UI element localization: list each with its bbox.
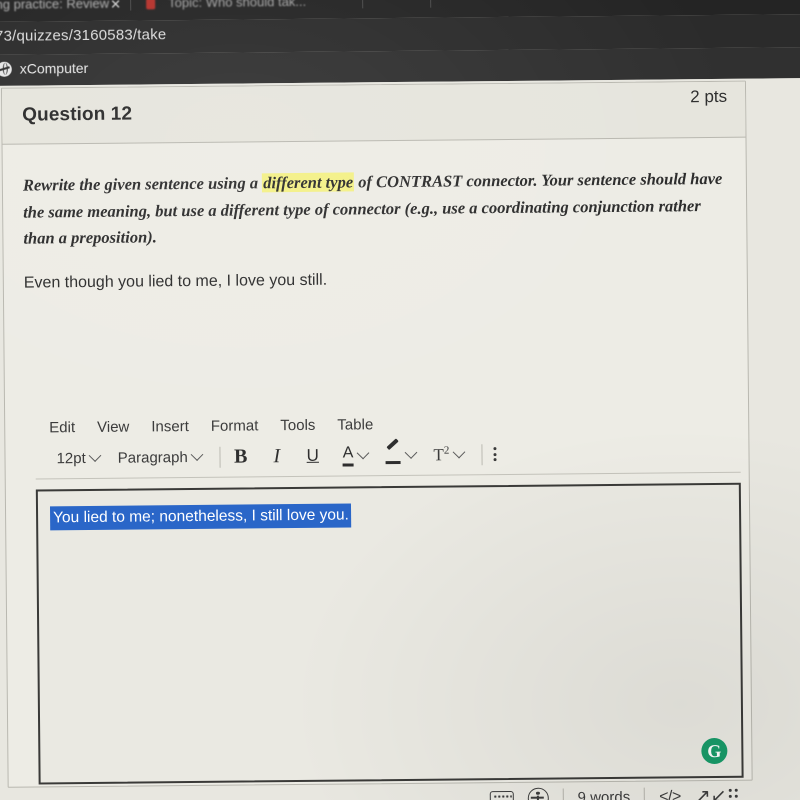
prompt-text-before: Rewrite the given sentence using a [22, 173, 263, 195]
font-size-value: 12pt [56, 449, 86, 467]
italic-button[interactable]: I [266, 444, 288, 468]
accessibility-checker-icon[interactable] [527, 787, 549, 800]
status-bar-right-group: 9 words </> ↗↙ [489, 785, 742, 800]
highlight-color-dropdown[interactable] [376, 438, 424, 465]
toolbar-divider [219, 446, 221, 468]
photographed-screen: iting practice: Review ✕ Topic: Who shou… [0, 0, 800, 800]
address-bar-url[interactable]: 273/quizzes/3160583/take [0, 26, 166, 45]
close-icon[interactable]: ✕ [110, 0, 121, 13]
menu-item-insert[interactable]: Insert [151, 418, 189, 435]
browser-tab-1-title[interactable]: iting practice: Review [0, 0, 109, 12]
menu-item-format[interactable]: Format [211, 417, 259, 434]
menu-item-view[interactable]: View [97, 419, 129, 436]
bookmark-item-xcomputer[interactable]: xComputer [0, 60, 88, 77]
page-title: Question 12 [22, 103, 133, 126]
tab-favicon [146, 0, 156, 10]
html-editor-icon[interactable]: </> [659, 788, 681, 800]
text-color-icon: A [343, 444, 354, 466]
status-divider [562, 787, 564, 800]
question-body: Rewrite the given sentence using a diffe… [3, 138, 747, 293]
tab-divider [430, 0, 432, 8]
text-color-dropdown[interactable]: A [334, 444, 377, 466]
menu-item-table[interactable]: Table [337, 416, 373, 433]
block-format-dropdown[interactable]: Paragraph [109, 447, 211, 467]
more-options-icon[interactable] [493, 447, 497, 462]
menu-item-edit[interactable]: Edit [49, 419, 75, 436]
block-format-value: Paragraph [117, 448, 188, 467]
question-header: Question 12 2 pts [1, 81, 746, 145]
chevron-down-icon [404, 445, 418, 459]
browser-tab-2-title[interactable]: Topic: Who should tak... [168, 0, 306, 10]
question-card: Question 12 2 pts Rewrite the given sent… [0, 80, 753, 800]
prompt-highlighted-text: different type [262, 172, 355, 193]
question-prompt: Rewrite the given sentence using a diffe… [23, 166, 724, 253]
highlighter-pen-icon [385, 438, 401, 465]
superscript-icon: T2 [433, 444, 450, 465]
font-size-dropdown[interactable]: 12pt [47, 448, 108, 467]
selected-answer-text[interactable]: You lied to me; nonetheless, I still lov… [49, 503, 352, 531]
superscript-dropdown[interactable]: T2 [424, 444, 472, 465]
menu-item-tools[interactable]: Tools [280, 417, 315, 434]
tab-divider [130, 0, 132, 11]
chevron-down-icon [356, 446, 370, 459]
globe-icon [0, 61, 12, 77]
bold-button[interactable]: B [230, 444, 252, 468]
grammarly-icon[interactable]: G [701, 737, 728, 765]
tab-divider [362, 0, 364, 9]
question-points: 2 pts [690, 86, 728, 107]
chevron-down-icon [452, 445, 466, 458]
chevron-down-icon [88, 448, 102, 462]
editor-toolbar: 12pt Paragraph B I U A T2 [35, 433, 741, 480]
toolbar-divider [481, 443, 483, 465]
resize-handle-icon[interactable] [728, 788, 738, 800]
chevron-down-icon [190, 447, 204, 461]
keyboard-shortcuts-icon[interactable] [489, 790, 514, 800]
underline-button[interactable]: U [302, 444, 324, 468]
browser-chrome: iting practice: Review ✕ Topic: Who shou… [0, 0, 800, 86]
bookmark-label: xComputer [19, 59, 89, 77]
source-sentence: Even though you lied to me, I love you s… [23, 271, 328, 292]
rich-content-editor: Edit View Insert Format Tools Table 12pt… [35, 407, 744, 800]
editor-text-area[interactable]: You lied to me; nonetheless, I still lov… [35, 482, 744, 785]
word-count: 9 words [577, 788, 631, 800]
fullscreen-icon[interactable]: ↗↙ [695, 785, 727, 800]
status-divider [644, 787, 646, 800]
